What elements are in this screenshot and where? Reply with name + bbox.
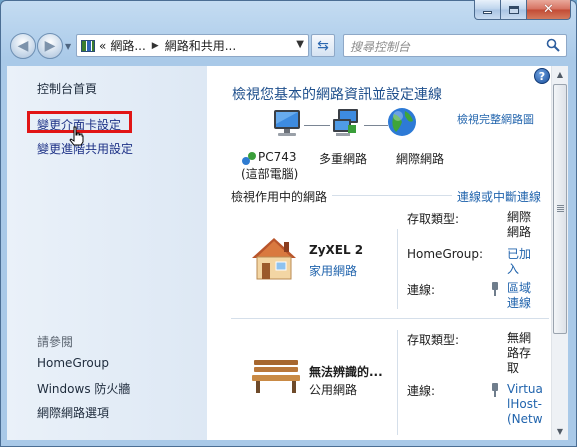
map-link-line — [304, 125, 330, 126]
hand-cursor-icon — [69, 126, 84, 146]
map-link-line — [364, 125, 388, 126]
multiple-networks-icon — [333, 109, 358, 136]
history-dropdown-icon[interactable]: ▼ — [65, 42, 71, 51]
refresh-icon: ⇆ — [317, 37, 329, 54]
minimize-icon — [483, 11, 492, 14]
internet-label: 網際網路 — [396, 152, 445, 166]
virtual-host-connection-link[interactable]: VirtualHost-(Netwo — [507, 382, 543, 430]
access-type-value: 網際網路 — [507, 210, 532, 239]
ethernet-icon — [492, 282, 498, 296]
access-type-label: 存取類型: — [407, 333, 460, 347]
see-also-heading: 請參閱 — [37, 335, 74, 349]
network-type-link[interactable]: 家用網路 — [309, 262, 357, 279]
network-name: ZyXEL 2 — [309, 243, 364, 257]
network-folder-icon — [81, 39, 95, 52]
advanced-sharing-link[interactable]: 變更進階共用設定 — [37, 140, 133, 157]
page-title: 檢視您基本的網路資訊並設定連線 — [232, 87, 442, 103]
home-network-icon — [252, 238, 296, 280]
grip-icon — [557, 205, 564, 212]
section-divider — [332, 195, 452, 196]
public-network-bench-icon — [252, 360, 300, 393]
computer-subtitle: (這部電腦) — [241, 167, 299, 181]
network-name: 無法辨識的... — [309, 365, 383, 379]
connect-disconnect-link[interactable]: 連線或中斷連線 — [457, 188, 541, 205]
homegroup-status-link[interactable]: 已加入 — [507, 247, 539, 277]
ethernet-icon — [492, 383, 498, 397]
network-column-divider — [397, 229, 398, 309]
multiple-networks-label: 多重網路 — [319, 152, 368, 166]
full-map-link[interactable]: 檢視完整網路圖 — [457, 111, 534, 127]
scroll-up-icon[interactable]: ▲ — [552, 66, 568, 83]
close-icon: ✕ — [543, 2, 554, 17]
internet-globe-icon[interactable] — [386, 106, 418, 138]
access-type-label: 存取類型: — [407, 212, 460, 226]
network-separator — [231, 318, 549, 319]
help-icon[interactable]: ? — [534, 68, 550, 84]
network-type-label: 公用網路 — [309, 383, 358, 397]
breadcrumb-network[interactable]: 網路... — [110, 37, 145, 54]
see-also-homegroup-link[interactable]: HomeGroup — [37, 356, 109, 370]
computer-name: PC743 — [258, 150, 297, 164]
caption-buttons: ✕ — [474, 0, 571, 20]
homegroup-label: HomeGroup: — [407, 247, 484, 261]
see-also-firewall-link[interactable]: Windows 防火牆 — [37, 380, 130, 397]
network-computer-small-icon — [242, 152, 256, 165]
scroll-down-icon[interactable]: ▼ — [552, 423, 568, 440]
network-column-divider — [397, 330, 398, 435]
active-networks-heading: 檢視作用中的網路 — [231, 190, 328, 204]
connections-label: 連線: — [407, 283, 436, 297]
maximize-button[interactable] — [501, 0, 527, 20]
address-dropdown-icon[interactable]: ▼ — [296, 39, 304, 50]
control-panel-home-link[interactable]: 控制台首頁 — [37, 80, 97, 97]
access-type-value: 無網路存取 — [507, 331, 532, 375]
scrollbar-thumb[interactable] — [553, 84, 567, 334]
breadcrumb-separator-icon[interactable]: ▶ — [152, 41, 159, 51]
address-bar[interactable]: « 網路... ▶ 網路和共用... ▼ — [76, 34, 309, 57]
search-placeholder: 搜尋控制台 — [350, 40, 411, 54]
connections-label: 連線: — [407, 384, 436, 398]
computer-icon[interactable] — [270, 108, 304, 138]
minimize-button[interactable] — [474, 0, 501, 20]
address-overflow[interactable]: « — [99, 39, 106, 53]
local-area-connection-link[interactable]: 區域連線 — [507, 281, 539, 311]
breadcrumb-network-sharing[interactable]: 網路和共用... — [165, 37, 236, 54]
forward-button[interactable]: ▶ — [37, 33, 63, 59]
back-arrow-icon: ◀ — [17, 38, 29, 54]
maximize-icon — [508, 5, 519, 14]
search-icon[interactable] — [546, 38, 560, 52]
back-button[interactable]: ◀ — [10, 33, 36, 59]
forward-arrow-icon: ▶ — [44, 38, 56, 54]
close-button[interactable]: ✕ — [527, 0, 571, 20]
see-also-internet-options-link[interactable]: 網際網路選項 — [37, 404, 109, 421]
refresh-button[interactable]: ⇆ — [311, 34, 335, 57]
vertical-scrollbar[interactable]: ▲ ▼ — [551, 66, 568, 440]
search-input[interactable]: 搜尋控制台 — [343, 34, 567, 57]
